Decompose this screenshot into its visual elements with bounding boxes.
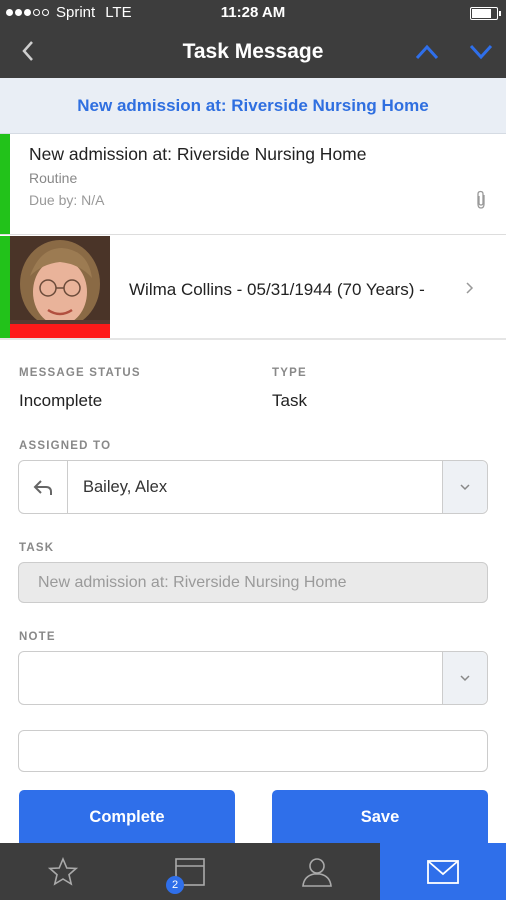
type-label: TYPE [272, 367, 307, 379]
assigned-to-select[interactable]: Bailey, Alex [18, 460, 488, 514]
status-indicator-bar [0, 134, 10, 234]
mail-icon [427, 860, 459, 884]
note-dropdown-toggle[interactable] [442, 652, 487, 704]
star-icon [48, 857, 78, 886]
status-bar: Sprint LTE 11:28 AM [0, 0, 506, 26]
assigned-to-label: ASSIGNED TO [19, 440, 112, 452]
tab-inbox[interactable] [127, 843, 253, 900]
task-field: New admission at: Riverside Nursing Home [18, 562, 488, 603]
patient-row[interactable]: Wilma Collins - 05/31/1944 (70 Years) - [0, 236, 506, 340]
clock: 11:28 AM [220, 4, 286, 21]
previous-message-button[interactable] [412, 38, 442, 66]
message-status-label: MESSAGE STATUS [19, 367, 141, 379]
chevron-right-icon [466, 282, 474, 294]
chevron-down-icon [460, 675, 470, 682]
subject-banner: New admission at: Riverside Nursing Home [0, 78, 506, 134]
message-priority: Routine [29, 170, 78, 186]
message-subject: New admission at: Riverside Nursing Home [29, 144, 367, 164]
assigned-to-dropdown-toggle[interactable] [442, 461, 487, 513]
paperclip-icon[interactable] [474, 190, 488, 210]
reassign-button[interactable] [19, 461, 68, 513]
battery-icon [470, 7, 501, 20]
message-status-value: Incomplete [19, 391, 103, 410]
next-message-button[interactable] [466, 38, 496, 66]
tab-favorites[interactable] [0, 843, 127, 900]
message-due-date: Due by: N/A [29, 192, 105, 208]
tab-bar [0, 843, 506, 900]
inbox-badge: 2 [166, 876, 184, 894]
complete-button[interactable]: Complete [19, 790, 235, 844]
person-icon [302, 858, 332, 887]
nav-bar: Task Message [0, 26, 506, 78]
assigned-to-value: Bailey, Alex [83, 478, 168, 496]
note-select[interactable] [18, 651, 488, 705]
type-value: Task [272, 391, 307, 410]
reply-icon [33, 480, 52, 495]
note-text-input[interactable] [18, 730, 488, 772]
alert-indicator-bar [10, 324, 110, 338]
down-arrow-icon [469, 44, 493, 60]
patient-photo [10, 236, 110, 338]
chevron-down-icon [460, 484, 470, 491]
save-button[interactable]: Save [272, 790, 488, 844]
task-label: TASK [19, 542, 55, 554]
up-arrow-icon [415, 44, 439, 60]
tab-patients[interactable] [253, 843, 380, 900]
patient-status-bar [0, 236, 10, 338]
task-value: New admission at: Riverside Nursing Home [38, 574, 347, 591]
tab-messages[interactable] [380, 843, 506, 900]
patient-summary: Wilma Collins - 05/31/1944 (70 Years) - [129, 280, 425, 299]
message-card[interactable]: New admission at: Riverside Nursing Home… [0, 134, 506, 235]
note-label: NOTE [19, 631, 56, 643]
